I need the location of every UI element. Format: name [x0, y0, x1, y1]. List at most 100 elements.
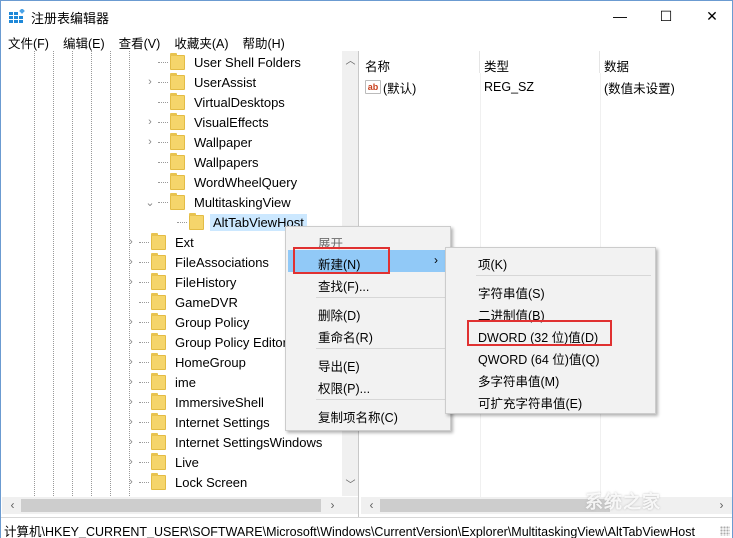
menu-item-permissions[interactable]: 权限(P)... [288, 374, 448, 396]
close-icon: ✕ [706, 7, 718, 24]
menu-separator [316, 348, 446, 349]
submenu-arrow-icon: › [434, 253, 438, 267]
tree-item[interactable]: › ime [125, 372, 199, 392]
menu-view[interactable]: 查看(V) [112, 31, 168, 51]
scroll-down-icon[interactable]: ﹀ [342, 477, 358, 494]
tree-item[interactable]: › Wallpaper [144, 132, 255, 152]
expand-icon[interactable]: › [125, 436, 137, 448]
collapse-icon[interactable]: ⌄ [144, 196, 156, 209]
expand-icon[interactable]: › [125, 456, 137, 468]
tree-item[interactable]: › Group Policy [125, 312, 252, 332]
tree-item[interactable]: ⌄ MultitaskingView [144, 192, 294, 212]
menu-item-rename[interactable]: 重命名(R) [288, 323, 448, 345]
expand-icon[interactable]: › [125, 256, 137, 268]
tree-item[interactable]: › Ext [125, 232, 197, 252]
scrollbar-thumb[interactable] [380, 499, 610, 512]
folder-icon [170, 72, 185, 90]
registry-editor-icon [9, 9, 25, 23]
folder-icon [151, 232, 166, 250]
tree-item[interactable]: Wallpapers [144, 152, 262, 172]
list-horizontal-scrollbar[interactable]: ‹ › [361, 497, 732, 514]
scrollbar-thumb[interactable] [21, 499, 321, 512]
column-header-data[interactable]: 数据 [600, 51, 732, 74]
expand-icon[interactable]: › [125, 276, 137, 288]
scroll-up-icon[interactable]: ︿ [342, 53, 358, 70]
tree-item[interactable]: GameDVR [125, 292, 241, 312]
expand-icon[interactable]: › [144, 76, 156, 88]
scroll-right-icon[interactable]: › [713, 497, 730, 514]
minimize-button[interactable]: — [597, 1, 643, 31]
tree-item[interactable]: › UserAssist [144, 72, 259, 92]
tree-item[interactable]: WordWheelQuery [144, 172, 300, 192]
resize-grip-icon[interactable] [720, 526, 730, 536]
expand-icon[interactable]: › [125, 476, 137, 488]
folder-icon [151, 272, 166, 290]
menu-item-delete[interactable]: 删除(D) [288, 301, 448, 323]
column-header-name[interactable]: 名称 [361, 51, 480, 74]
menu-file[interactable]: 文件(F) [1, 31, 56, 51]
submenu-item-expandable-string-value[interactable]: 可扩充字符串值(E) [448, 389, 653, 411]
tree-connector [139, 341, 149, 343]
scroll-left-icon[interactable]: ‹ [4, 497, 21, 514]
expand-icon[interactable]: › [125, 316, 137, 328]
tree-item[interactable]: › Internet Settings [125, 412, 273, 432]
expand-icon[interactable]: › [125, 416, 137, 428]
close-button[interactable]: ✕ [689, 1, 733, 31]
submenu-item-string-value[interactable]: 字符串值(S) [448, 279, 653, 301]
tree-item[interactable]: › Lock Screen [125, 472, 250, 492]
menu-favorites[interactable]: 收藏夹(A) [167, 31, 235, 51]
expand-icon[interactable]: › [125, 376, 137, 388]
scroll-left-icon[interactable]: ‹ [363, 497, 380, 514]
expand-icon[interactable]: › [125, 336, 137, 348]
tree-item[interactable]: › HomeGroup [125, 352, 249, 372]
tree-guide-line [34, 51, 35, 496]
value-name-cell: ab (默认) [361, 78, 480, 97]
submenu-item-qword-value[interactable]: QWORD (64 位)值(Q) [448, 345, 653, 367]
folder-icon [170, 172, 185, 190]
scroll-right-icon[interactable]: › [324, 497, 341, 514]
menu-item-copy-key-name[interactable]: 复制项名称(C) [288, 403, 448, 425]
list-row[interactable]: ab (默认) REG_SZ (数值未设置) [361, 77, 732, 97]
submenu-item-multi-string-value[interactable]: 多字符串值(M) [448, 367, 653, 389]
expand-icon[interactable]: › [144, 116, 156, 128]
maximize-button[interactable]: ☐ [643, 1, 689, 31]
tree-guide-line [72, 51, 73, 496]
tree-item[interactable]: › FileAssociations [125, 252, 272, 272]
tree-item[interactable]: › FileHistory [125, 272, 239, 292]
folder-icon [151, 472, 166, 490]
tree-guide-line [53, 51, 54, 496]
expand-icon[interactable]: › [125, 396, 137, 408]
tree-item-label: Ext [175, 234, 194, 250]
tree-item-label: Wallpapers [194, 154, 259, 170]
tree-item[interactable]: › ImmersiveShell [125, 392, 267, 412]
submenu-item-key[interactable]: 项(K) [448, 250, 653, 272]
folder-icon [151, 292, 166, 310]
tree-item-label: FileHistory [175, 274, 237, 290]
tree-horizontal-scrollbar[interactable]: ‹ › [2, 497, 358, 514]
menu-item-find[interactable]: 查找(F)... [288, 272, 448, 294]
menu-bar: 文件(F) 编辑(E) 查看(V) 收藏夹(A) 帮助(H) [1, 31, 732, 51]
tree-item[interactable]: › VisualEffects [144, 112, 272, 132]
status-bar: 计算机\HKEY_CURRENT_USER\SOFTWARE\Microsoft… [1, 517, 732, 538]
menu-separator [476, 275, 651, 276]
tree-item[interactable]: › Internet SettingsWindows [125, 432, 325, 452]
tree-connector [139, 281, 149, 283]
menu-edit[interactable]: 编辑(E) [56, 31, 112, 51]
menu-item-export[interactable]: 导出(E) [288, 352, 448, 374]
folder-icon [170, 112, 185, 130]
expand-icon[interactable]: › [144, 136, 156, 148]
tree-item-label: Group Policy Editor [175, 334, 287, 350]
column-header-type[interactable]: 类型 [480, 51, 600, 74]
tree-item[interactable]: › Group Policy Editor [125, 332, 290, 352]
tree-connector [139, 361, 149, 363]
tree-item[interactable]: User Shell Folders [144, 52, 304, 72]
tree-item-label: ime [175, 374, 196, 390]
menu-help[interactable]: 帮助(H) [235, 31, 291, 51]
maximize-icon: ☐ [659, 7, 673, 24]
tree-item[interactable]: VirtualDesktops [144, 92, 288, 112]
expand-icon[interactable]: › [125, 236, 137, 248]
tree-guide-line [91, 51, 92, 496]
tree-item-label: Internet SettingsWindows [175, 434, 323, 450]
expand-icon[interactable]: › [125, 356, 137, 368]
tree-item[interactable]: › Live [125, 452, 202, 472]
